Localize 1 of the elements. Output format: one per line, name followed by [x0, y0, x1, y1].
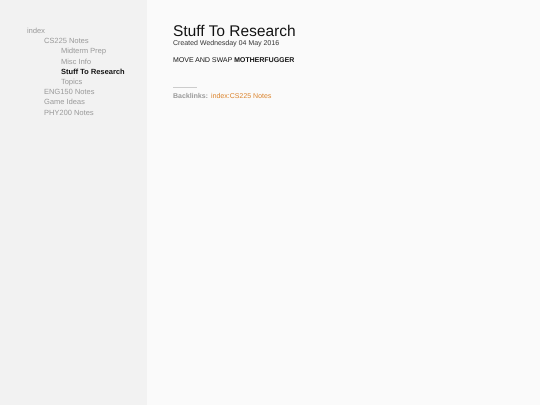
page-title: Stuff To Research	[173, 24, 297, 40]
